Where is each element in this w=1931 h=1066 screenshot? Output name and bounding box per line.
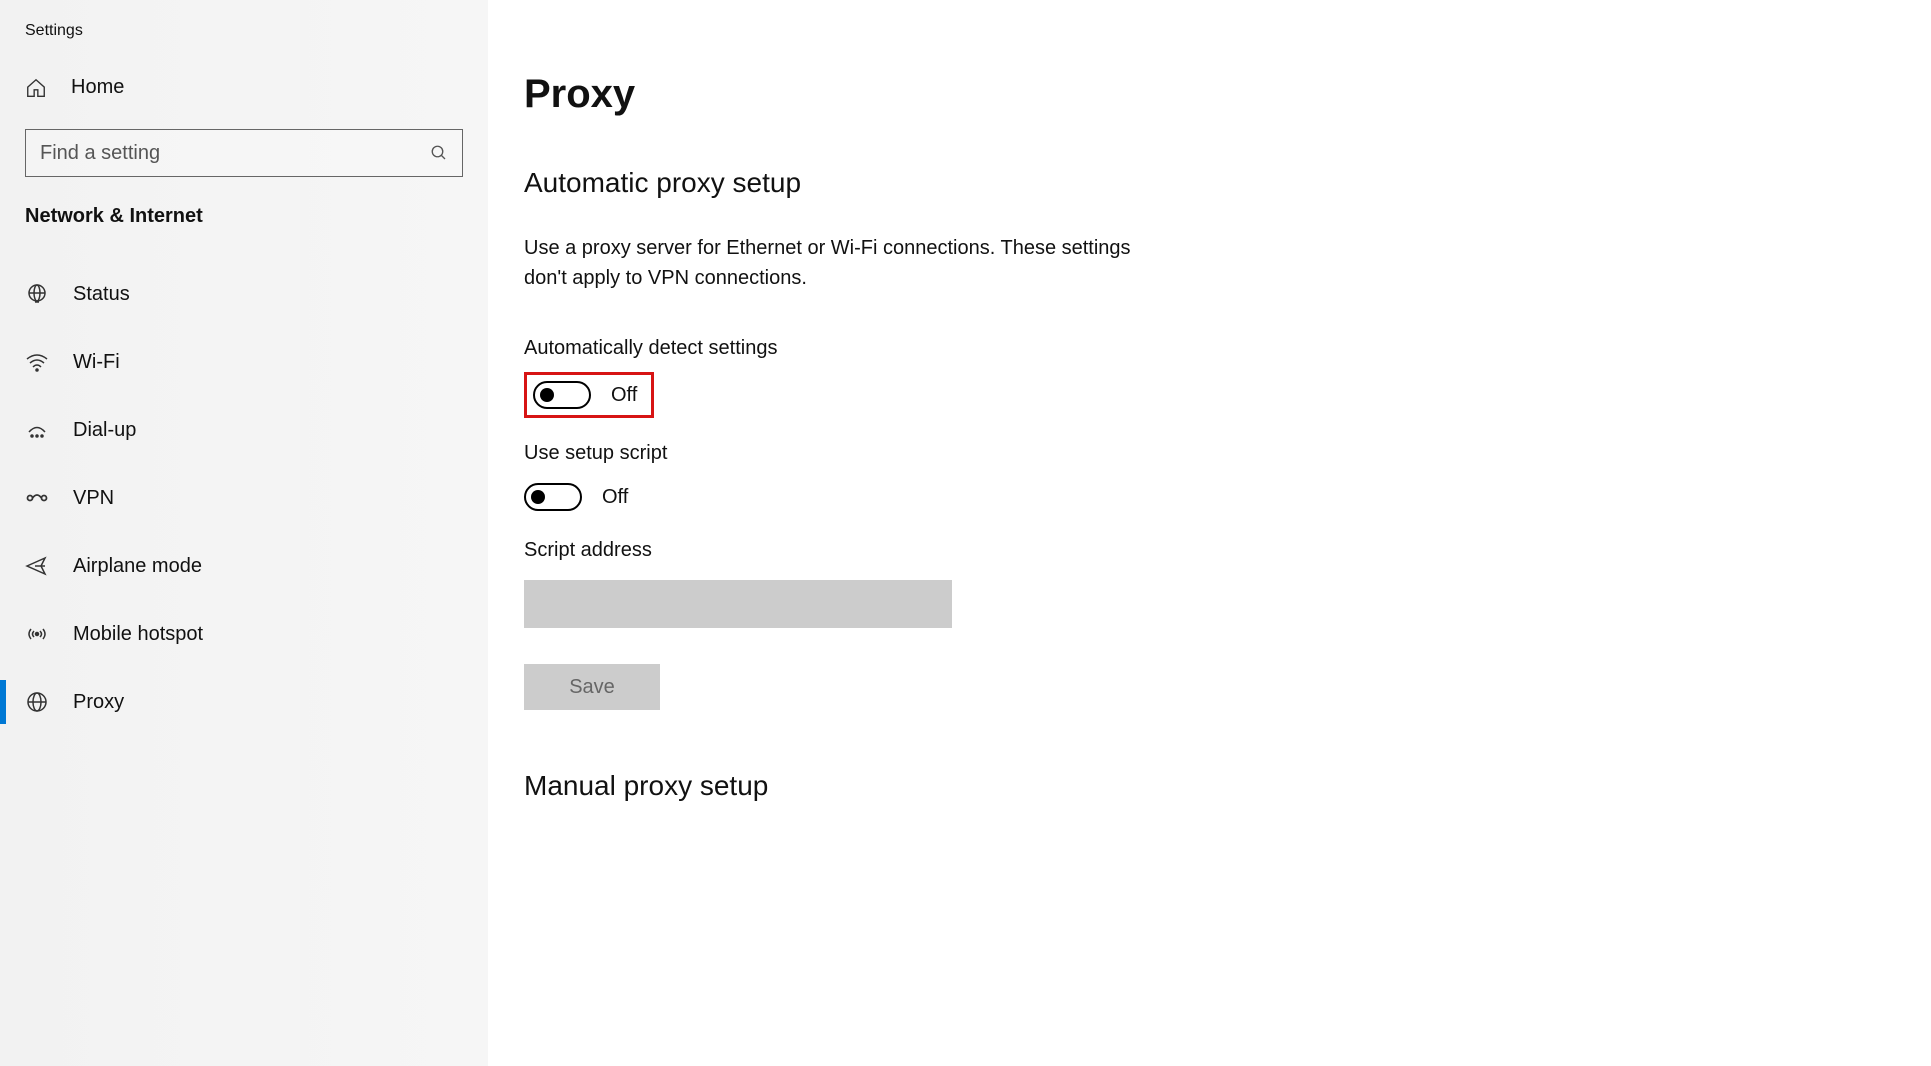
auto-proxy-heading: Automatic proxy setup <box>524 167 1871 199</box>
script-address-input <box>524 580 952 628</box>
sidebar-item-label: Proxy <box>73 691 124 714</box>
sidebar-item-proxy[interactable]: Proxy <box>0 668 488 736</box>
auto-detect-highlight: Off <box>524 372 654 418</box>
search-input[interactable] <box>40 142 430 165</box>
sidebar-item-status[interactable]: Status <box>0 260 488 328</box>
home-nav[interactable]: Home <box>0 62 488 115</box>
script-address-label: Script address <box>524 539 1871 562</box>
sidebar-item-hotspot[interactable]: Mobile hotspot <box>0 600 488 668</box>
page-title: Proxy <box>524 72 1871 117</box>
use-script-toggle[interactable] <box>524 483 582 511</box>
home-icon <box>25 77 47 99</box>
sidebar-item-label: Airplane mode <box>73 555 202 578</box>
proxy-icon <box>25 690 49 714</box>
home-label: Home <box>71 76 124 99</box>
sidebar-item-label: Status <box>73 283 130 306</box>
sidebar-item-label: Mobile hotspot <box>73 623 203 646</box>
sidebar-item-label: VPN <box>73 487 114 510</box>
auto-detect-toggle[interactable] <box>533 381 591 409</box>
manual-proxy-heading: Manual proxy setup <box>524 770 1871 802</box>
app-title: Settings <box>0 0 488 62</box>
globe-icon <box>25 282 49 306</box>
sidebar-item-vpn[interactable]: VPN <box>0 464 488 532</box>
use-script-row: Off <box>524 483 1871 511</box>
wifi-icon <box>25 350 49 374</box>
sidebar-item-label: Wi-Fi <box>73 351 120 374</box>
toggle-knob <box>531 490 545 504</box>
save-button: Save <box>524 664 660 710</box>
sidebar-item-airplane[interactable]: Airplane mode <box>0 532 488 600</box>
main-content: Proxy Automatic proxy setup Use a proxy … <box>488 0 1931 1066</box>
toggle-knob <box>540 388 554 402</box>
use-script-label: Use setup script <box>524 442 1871 465</box>
sidebar-item-label: Dial-up <box>73 419 136 442</box>
sidebar-section-title: Network & Internet <box>0 205 488 252</box>
sidebar-nav: Status Wi-Fi Dial-up VPN Airplane mode <box>0 252 488 736</box>
sidebar-item-wifi[interactable]: Wi-Fi <box>0 328 488 396</box>
use-script-state: Off <box>602 486 628 509</box>
search-icon <box>430 144 448 162</box>
vpn-icon <box>25 486 49 510</box>
airplane-icon <box>25 554 49 578</box>
auto-proxy-description: Use a proxy server for Ethernet or Wi-Fi… <box>524 233 1164 293</box>
sidebar-item-dialup[interactable]: Dial-up <box>0 396 488 464</box>
auto-detect-state: Off <box>611 384 637 407</box>
sidebar: Settings Home Network & Internet Status … <box>0 0 488 1066</box>
dialup-icon <box>25 418 49 442</box>
search-input-box[interactable] <box>25 129 463 177</box>
hotspot-icon <box>25 622 49 646</box>
auto-detect-label: Automatically detect settings <box>524 337 1871 360</box>
